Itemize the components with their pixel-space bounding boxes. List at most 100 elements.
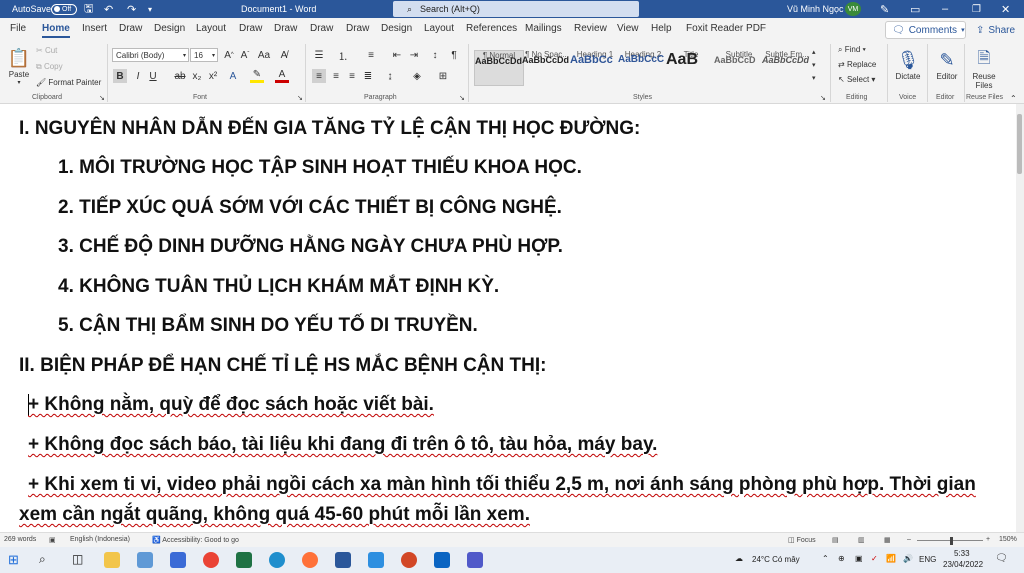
copy-button[interactable]: ⧉ Copy <box>36 62 63 72</box>
app-icon[interactable] <box>137 552 153 568</box>
windows-start-icon[interactable]: ⊞ <box>8 552 24 568</box>
styles-launcher-icon[interactable]: ↘ <box>820 94 826 102</box>
share-button[interactable]: ⇪ Share <box>970 21 1020 39</box>
tab-home[interactable]: Home <box>42 23 70 38</box>
search-icon[interactable]: ⌕ <box>39 552 55 568</box>
tray-app-icon[interactable]: ⊕ <box>838 554 845 563</box>
cut-button[interactable]: ✂ Cut <box>36 46 57 55</box>
file-explorer-icon[interactable] <box>104 552 120 568</box>
style-subtle-emphasis[interactable]: AaBbCcDd Subtle Em... <box>762 50 812 86</box>
editor-button[interactable]: ✎ Editor <box>930 48 964 82</box>
read-mode-icon[interactable]: ▤ <box>832 536 839 544</box>
tab-design[interactable]: Design <box>154 23 185 34</box>
tab-review[interactable]: Review <box>574 23 607 34</box>
shading-icon[interactable]: ◈ <box>410 69 424 83</box>
print-layout-icon[interactable]: ▥ <box>858 536 865 544</box>
collapse-ribbon-icon[interactable]: ⌃ <box>1010 94 1017 103</box>
teams-icon[interactable] <box>467 552 483 568</box>
strikethrough-icon[interactable]: ab <box>173 69 187 83</box>
zoom-out-icon[interactable]: – <box>907 536 911 543</box>
shrink-font-icon[interactable]: Aˇ <box>238 48 252 62</box>
multilevel-list-icon[interactable]: ≡ <box>364 48 378 62</box>
clipboard-launcher-icon[interactable]: ↘ <box>99 94 105 102</box>
line-spacing-icon[interactable]: ↨ <box>383 69 397 83</box>
tab-layout-2[interactable]: Layout <box>424 23 454 34</box>
tab-draw-4[interactable]: Draw <box>310 23 333 34</box>
paragraph-launcher-icon[interactable]: ↘ <box>459 94 465 102</box>
superscript-icon[interactable]: x² <box>206 69 220 83</box>
tab-insert[interactable]: Insert <box>82 23 107 34</box>
tab-file[interactable]: File <box>10 23 26 34</box>
accessibility-status[interactable]: ♿ Accessibility: Good to go <box>152 536 239 544</box>
zoom-slider-thumb[interactable] <box>950 537 953 545</box>
style-normal[interactable]: AaBbCcDd ¶ Normal <box>474 50 524 86</box>
grow-font-icon[interactable]: A ^ <box>222 48 236 62</box>
word-icon[interactable] <box>335 552 351 568</box>
pen-icon[interactable]: ✎ <box>880 0 889 18</box>
tab-foxit[interactable]: Foxit Reader PDF <box>686 23 766 34</box>
zalo-icon[interactable] <box>170 552 186 568</box>
style-title[interactable]: AaB Title <box>666 50 716 86</box>
weather-icon[interactable]: ☁ <box>735 554 743 563</box>
tab-draw-3[interactable]: Draw <box>274 23 297 34</box>
search-box[interactable]: ⌕ Search (Alt+Q) <box>393 1 639 17</box>
restore-icon[interactable]: ❐ <box>972 0 981 18</box>
style-no-spacing[interactable]: AaBbCcDd ¶ No Spac... <box>522 50 572 86</box>
select-button[interactable]: ↖ Select ▾ <box>838 75 875 84</box>
zoom-level[interactable]: 150% <box>999 536 1017 543</box>
chrome-icon[interactable] <box>203 552 219 568</box>
align-center-icon[interactable]: ≡ <box>329 69 343 83</box>
autosave-toggle[interactable]: Off <box>51 0 77 18</box>
task-view-icon[interactable]: ◫ <box>72 552 88 568</box>
minimize-icon[interactable]: – <box>942 0 948 18</box>
subscript-icon[interactable]: x₂ <box>190 69 204 83</box>
format-painter-button[interactable]: 🖌 Format Painter <box>36 78 101 87</box>
clock-time[interactable]: 5:33 <box>954 549 970 558</box>
document-canvas[interactable]: I. NGUYÊN NHÂN DẪN ĐẾN GIA TĂNG TỶ LỆ CẬ… <box>0 104 1024 532</box>
redo-icon[interactable]: ↷ <box>127 0 136 18</box>
dictate-button[interactable]: 🎙 Dictate <box>891 48 925 82</box>
align-left-icon[interactable]: ≡ <box>312 69 326 83</box>
font-launcher-icon[interactable]: ↘ <box>297 94 303 102</box>
notification-icon[interactable]: 🗨 <box>995 553 1008 564</box>
show-marks-icon[interactable]: ¶ <box>447 48 461 62</box>
replace-button[interactable]: ⇄ Replace <box>838 60 876 69</box>
change-case-icon[interactable]: Aa <box>257 48 271 62</box>
zoom-app-icon[interactable] <box>368 552 384 568</box>
tab-references[interactable]: References <box>466 23 517 34</box>
comments-button[interactable]: 🗨 Comments ▾ <box>885 21 966 39</box>
highlight-icon[interactable]: ✎ <box>250 69 264 83</box>
tab-design-2[interactable]: Design <box>381 23 412 34</box>
volume-icon[interactable]: 🔊 <box>903 554 913 563</box>
font-family-select[interactable]: Calibri (Body) ▾ <box>112 48 189 62</box>
proofing-icon[interactable]: ▣ <box>49 536 56 544</box>
clock-date[interactable]: 23/04/2022 <box>943 560 983 569</box>
network-icon[interactable]: 📶 <box>886 554 896 563</box>
customize-qat-icon[interactable]: ▾ <box>148 0 152 18</box>
clear-formatting-icon[interactable]: A̸ <box>277 48 291 62</box>
reuse-files-button[interactable]: 🗎 Reuse Files <box>967 48 1001 91</box>
antivirus-icon[interactable]: ✓ <box>871 554 878 563</box>
tray-app-icon[interactable]: ▣ <box>855 554 863 563</box>
weather-status[interactable]: 24°C Có mây <box>752 555 800 564</box>
powerpoint-icon[interactable] <box>401 552 417 568</box>
zoom-in-icon[interactable]: + <box>986 536 990 543</box>
user-name[interactable]: Vũ Minh Ngọc <box>787 0 844 18</box>
tab-view[interactable]: View <box>617 23 639 34</box>
sort-icon[interactable]: ↕ <box>428 48 442 62</box>
word-count[interactable]: 269 words <box>4 536 36 543</box>
font-size-select[interactable]: 16 ▾ <box>190 48 218 62</box>
underline-icon[interactable]: U <box>146 69 160 83</box>
align-right-icon[interactable]: ≡ <box>345 69 359 83</box>
vertical-scrollbar[interactable] <box>1016 104 1024 532</box>
tab-draw-2[interactable]: Draw <box>239 23 262 34</box>
tab-help[interactable]: Help <box>651 23 672 34</box>
undo-icon[interactable]: ↶ <box>104 0 113 18</box>
styles-scroll-icon[interactable]: ▴ ▾ ▾ <box>812 46 816 85</box>
web-layout-icon[interactable]: ▦ <box>884 536 891 544</box>
paste-button[interactable]: 📋 Paste ▾ <box>2 46 36 87</box>
tab-layout[interactable]: Layout <box>196 23 226 34</box>
tab-mailings[interactable]: Mailings <box>525 23 562 34</box>
bullets-icon[interactable]: ☰ <box>312 48 326 62</box>
mail-icon[interactable] <box>434 552 450 568</box>
